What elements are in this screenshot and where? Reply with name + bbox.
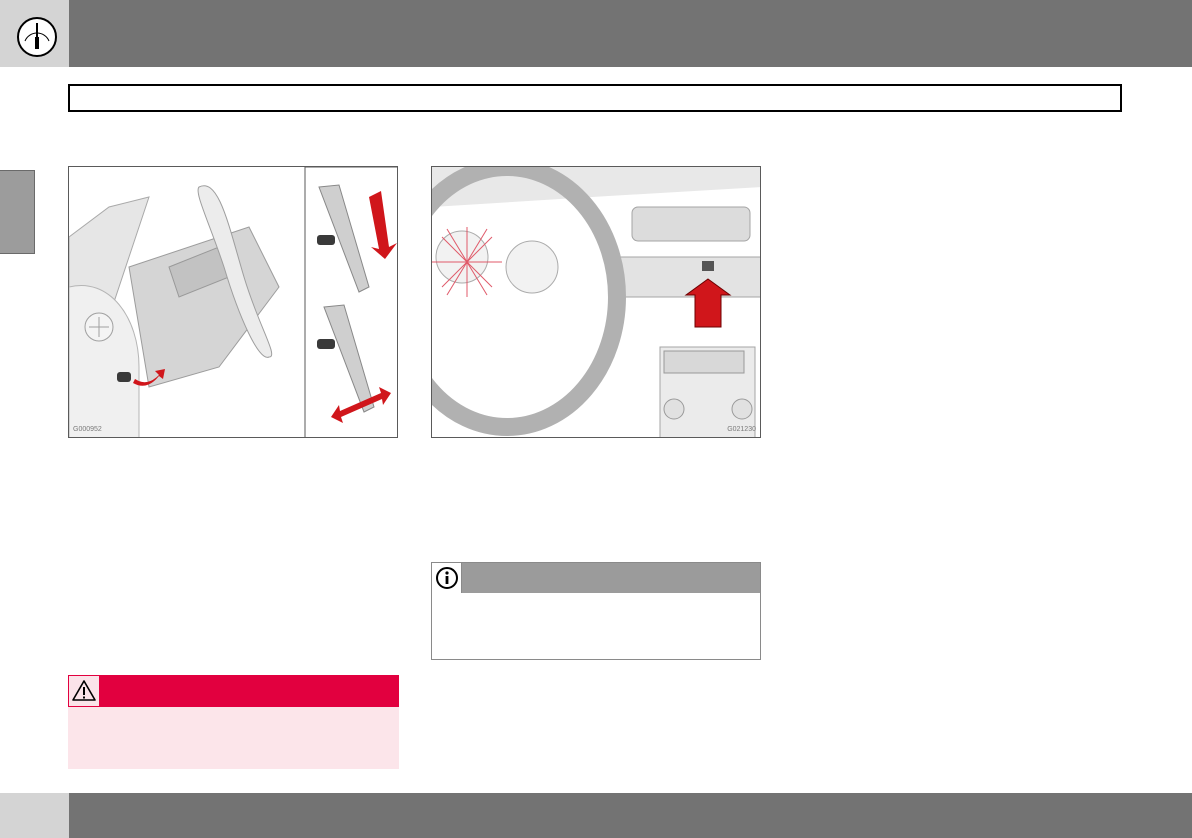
section-title-box [68, 84, 1122, 112]
note-box [431, 562, 761, 660]
note-icon-cell [432, 563, 462, 593]
dashboard-illustration [432, 167, 760, 437]
top-bar-icon-area [0, 0, 69, 67]
note-header [432, 563, 760, 593]
page-number-area [0, 793, 69, 838]
bottom-bar [0, 793, 1192, 838]
gauge-icon [17, 17, 57, 57]
warning-triangle-icon [72, 680, 96, 701]
figure-code: G021230 [727, 426, 756, 433]
warning-header [68, 675, 399, 707]
steering-wheel-illustration [69, 167, 397, 437]
warning-box [68, 675, 399, 769]
figure-steering-wheel-adjustment: G000952 [68, 166, 398, 438]
figure-code: G000952 [73, 426, 102, 433]
chapter-tab [0, 170, 35, 254]
top-bar [0, 0, 1192, 67]
warning-icon-cell [68, 675, 100, 707]
info-icon [436, 567, 458, 589]
figure-hazard-warning-flashers: G021230 [431, 166, 761, 438]
